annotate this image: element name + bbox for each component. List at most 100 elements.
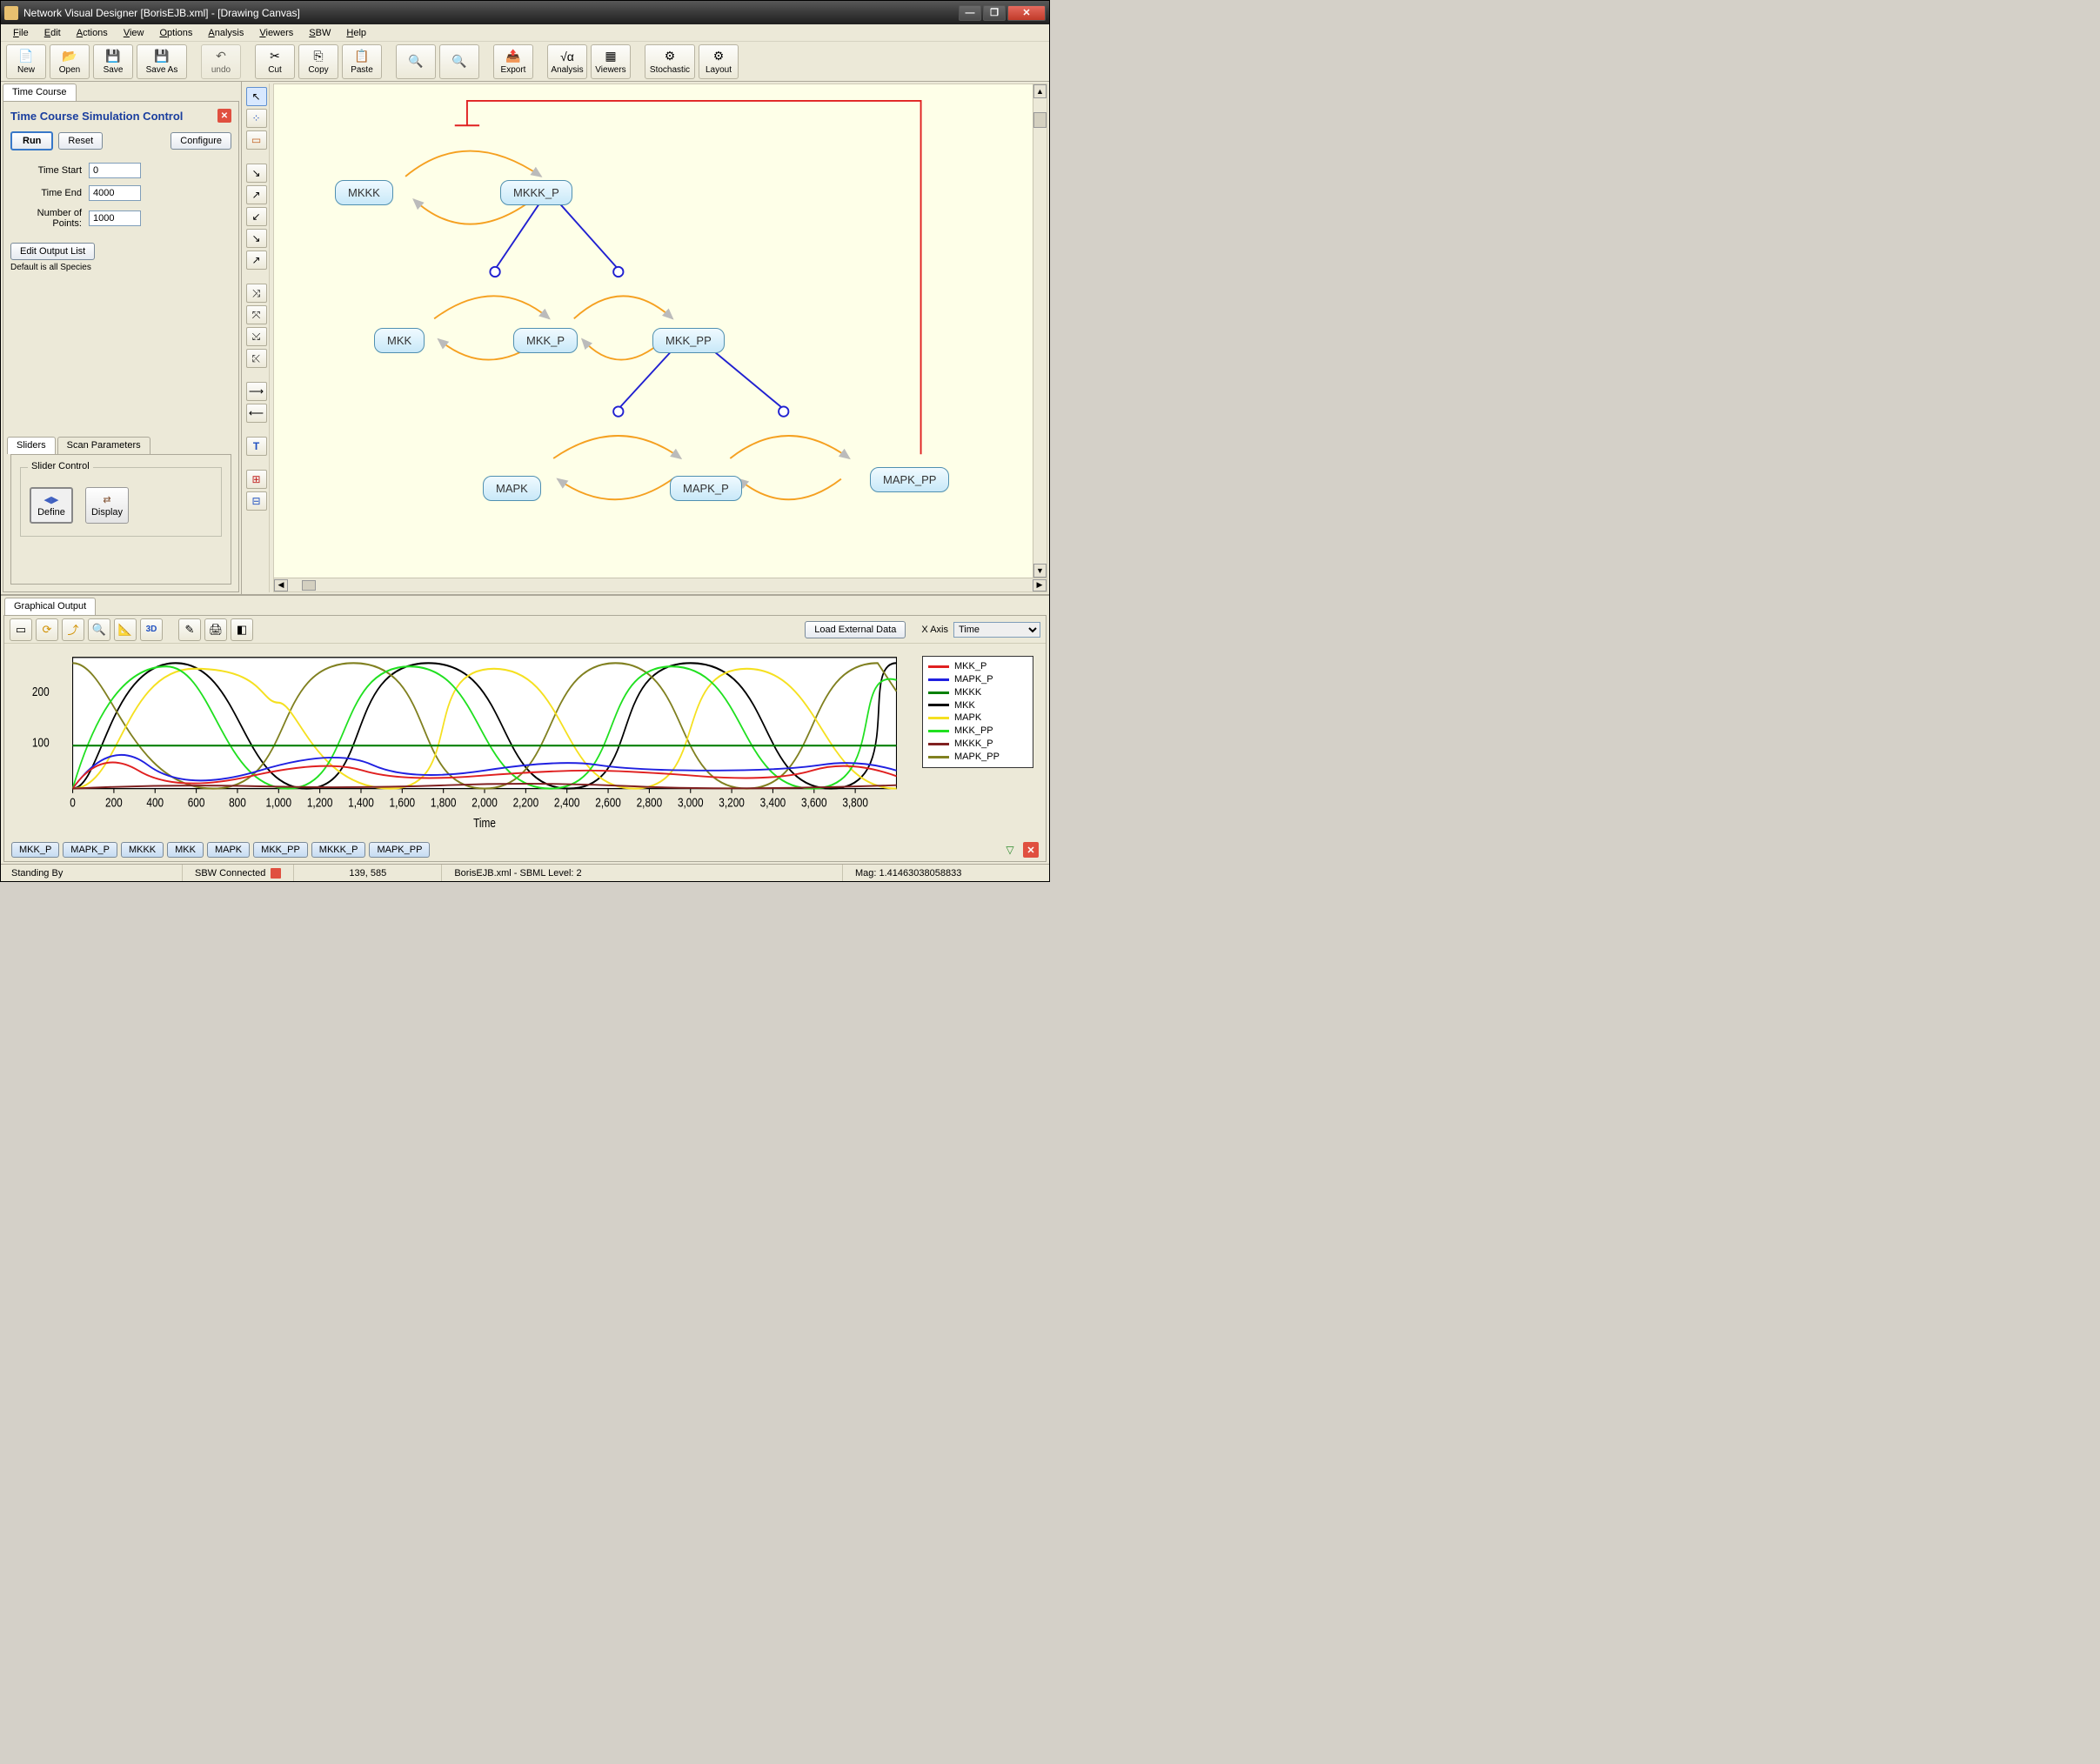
- series-options-button[interactable]: ▽: [1002, 842, 1018, 858]
- Analysis-toolbutton[interactable]: √αAnalysis: [547, 44, 587, 79]
- node-mkk-pp[interactable]: MKK_PP: [652, 328, 725, 353]
- time-end-input[interactable]: [89, 185, 141, 201]
- Stochastic-toolbutton[interactable]: ⚙Stochastic: [645, 44, 695, 79]
- node-mkk[interactable]: MKK: [374, 328, 425, 353]
- panel-close-button[interactable]: ✕: [217, 109, 231, 123]
- chart-tool-axis[interactable]: 📐: [114, 618, 137, 641]
- undo-toolbutton[interactable]: ↶undo: [201, 44, 241, 79]
- tab-sliders[interactable]: Sliders: [7, 437, 56, 454]
- node-mkk-p[interactable]: MKK_P: [513, 328, 578, 353]
- series-btn-MAPK_PP[interactable]: MAPK_PP: [369, 842, 430, 858]
- node-mapk-pp[interactable]: MAPK_PP: [870, 467, 949, 492]
- tab-graphical-output[interactable]: Graphical Output: [4, 598, 96, 615]
- reaction-tool-8[interactable]: ⤩: [246, 327, 267, 346]
- tab-scan-parameters[interactable]: Scan Parameters: [57, 437, 150, 454]
- chart-tool-options[interactable]: ◧: [231, 618, 253, 641]
- node-mkkk[interactable]: MKKK: [335, 180, 393, 205]
- menu-actions[interactable]: Actions: [70, 26, 115, 40]
- Save As-toolbutton[interactable]: 💾Save As: [137, 44, 187, 79]
- menu-viewers[interactable]: Viewers: [252, 26, 300, 40]
- pointer-tool[interactable]: ↖: [246, 87, 267, 106]
- text-tool[interactable]: T: [246, 437, 267, 456]
- reaction-tool-5[interactable]: ↗: [246, 251, 267, 270]
- time-start-label: Time Start: [10, 165, 89, 176]
- titlebar[interactable]: Network Visual Designer [BorisEJB.xml] -…: [1, 1, 1049, 24]
- reaction-tool-6[interactable]: ⤨: [246, 284, 267, 303]
- reaction-tool-4[interactable]: ↘: [246, 229, 267, 248]
- svg-text:200: 200: [32, 685, 50, 698]
- statusbar: Standing By SBW Connected 139, 585 Boris…: [1, 864, 1049, 881]
- Open-toolbutton[interactable]: 📂Open: [50, 44, 90, 79]
- reset-button[interactable]: Reset: [58, 132, 103, 150]
- Copy-toolbutton[interactable]: ⎘Copy: [298, 44, 338, 79]
- Viewers-toolbutton[interactable]: ▦Viewers: [591, 44, 631, 79]
- canvas-hscrollbar[interactable]: ◀▶: [274, 578, 1047, 591]
- Export-toolbutton[interactable]: 📤Export: [493, 44, 533, 79]
- zoom-toolbutton[interactable]: 🔍: [396, 44, 436, 79]
- time-start-input[interactable]: [89, 163, 141, 178]
- species-tool[interactable]: ⁘: [246, 109, 267, 128]
- app-window: Network Visual Designer [BorisEJB.xml] -…: [0, 0, 1050, 882]
- group-tool[interactable]: ⊞: [246, 470, 267, 489]
- chart-plot[interactable]: 200 100 02004006008001,0001,2001,4001,60…: [17, 651, 915, 832]
- chart-tool-edit[interactable]: ✎: [178, 618, 201, 641]
- chart-tool-refresh[interactable]: ⟳: [36, 618, 58, 641]
- compartment-tool[interactable]: ▭: [246, 130, 267, 150]
- reaction-tool-9[interactable]: ⤪: [246, 349, 267, 368]
- New-toolbutton[interactable]: 📄New: [6, 44, 46, 79]
- close-button[interactable]: ✕: [1007, 5, 1046, 21]
- series-btn-MKKK_P[interactable]: MKKK_P: [311, 842, 366, 858]
- series-btn-MKK_PP[interactable]: MKK_PP: [253, 842, 308, 858]
- chart-tool-select[interactable]: ▭: [10, 618, 32, 641]
- run-button[interactable]: Run: [10, 131, 53, 150]
- display-slider-button[interactable]: ⇄ Display: [85, 487, 129, 524]
- node-mapk[interactable]: MAPK: [483, 476, 541, 501]
- chart-tool-reset[interactable]: ⤴: [62, 618, 84, 641]
- ungroup-tool[interactable]: ⊟: [246, 491, 267, 511]
- edit-output-list-button[interactable]: Edit Output List: [10, 243, 95, 260]
- load-external-data-button[interactable]: Load External Data: [805, 621, 906, 638]
- drawing-canvas[interactable]: MKKK MKKK_P MKK MKK_P MKK_PP MAPK MAPK_P…: [274, 84, 1047, 578]
- Layout-toolbutton[interactable]: ⚙Layout: [699, 44, 739, 79]
- series-btn-MAPK_P[interactable]: MAPK_P: [63, 842, 117, 858]
- svg-text:100: 100: [32, 735, 50, 749]
- reaction-tool-10[interactable]: ⟶: [246, 382, 267, 401]
- node-mapk-p[interactable]: MAPK_P: [670, 476, 742, 501]
- menu-view[interactable]: View: [117, 26, 151, 40]
- maximize-button[interactable]: ❐: [983, 5, 1006, 21]
- menu-file[interactable]: File: [6, 26, 36, 40]
- chart-tool-3d[interactable]: 3D: [140, 618, 163, 641]
- reaction-tool-3[interactable]: ↙: [246, 207, 267, 226]
- series-btn-MKK_P[interactable]: MKK_P: [11, 842, 59, 858]
- reaction-tool-1[interactable]: ↘: [246, 164, 267, 183]
- zoom-icon: 🔍: [408, 53, 424, 69]
- num-points-input[interactable]: [89, 210, 141, 226]
- menu-sbw[interactable]: SBW: [302, 26, 338, 40]
- xaxis-select[interactable]: Time: [953, 622, 1040, 638]
- series-button-bar: MKK_PMAPK_PMKKKMKKMAPKMKK_PPMKKK_PMAPK_P…: [4, 839, 1046, 861]
- reaction-tool-2[interactable]: ↗: [246, 185, 267, 204]
- configure-button[interactable]: Configure: [171, 132, 231, 150]
- series-delete-button[interactable]: ✕: [1023, 842, 1039, 858]
- minimize-button[interactable]: —: [959, 5, 981, 21]
- svg-text:1,600: 1,600: [390, 795, 416, 809]
- chart-tool-zoom[interactable]: 🔍: [88, 618, 110, 641]
- menu-edit[interactable]: Edit: [37, 26, 68, 40]
- define-slider-button[interactable]: ◀▶ Define: [30, 487, 73, 524]
- reaction-tool-11[interactable]: ⟵: [246, 404, 267, 423]
- Save-toolbutton[interactable]: 💾Save: [93, 44, 133, 79]
- series-btn-MKK[interactable]: MKK: [167, 842, 204, 858]
- chart-tool-print[interactable]: 🖨: [204, 618, 227, 641]
- menu-help[interactable]: Help: [339, 26, 373, 40]
- series-btn-MKKK[interactable]: MKKK: [121, 842, 164, 858]
- tab-time-course[interactable]: Time Course: [3, 84, 77, 101]
- node-mkkk-p[interactable]: MKKK_P: [500, 180, 572, 205]
- zoom-toolbutton[interactable]: 🔍: [439, 44, 479, 79]
- canvas-vscrollbar[interactable]: ▲▼: [1033, 84, 1047, 578]
- menu-analysis[interactable]: Analysis: [201, 26, 251, 40]
- Paste-toolbutton[interactable]: 📋Paste: [342, 44, 382, 79]
- Cut-toolbutton[interactable]: ✂Cut: [255, 44, 295, 79]
- series-btn-MAPK[interactable]: MAPK: [207, 842, 250, 858]
- reaction-tool-7[interactable]: ⤧: [246, 305, 267, 324]
- menu-options[interactable]: Options: [152, 26, 199, 40]
